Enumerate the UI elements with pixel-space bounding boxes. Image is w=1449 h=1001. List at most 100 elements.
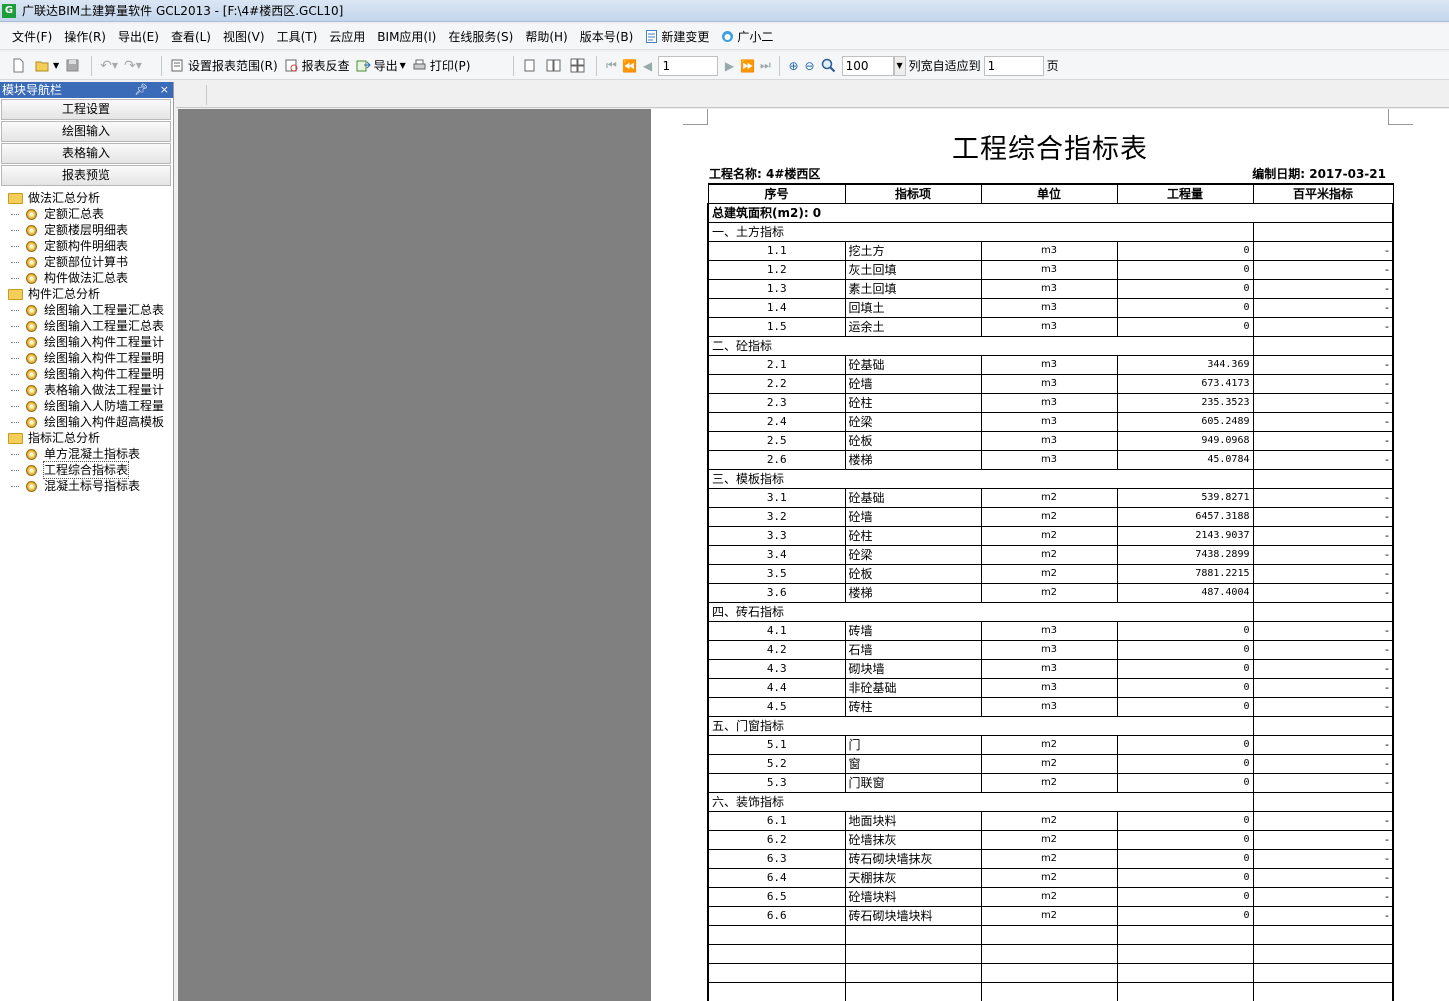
- quantity-cell: 0: [1116, 240, 1254, 261]
- tree-item[interactable]: 表格输入做法工程量计: [8, 382, 173, 398]
- empty-cell: [1252, 962, 1394, 983]
- quantity-cell: 487.4004: [1116, 582, 1254, 603]
- report-gear-icon: [26, 352, 37, 364]
- zoom-in-button[interactable]: ⊕: [785, 55, 801, 77]
- zoom-input[interactable]: [841, 55, 894, 76]
- nav-table-input[interactable]: 表格输入: [1, 143, 171, 164]
- tree-item[interactable]: 构件做法汇总表: [8, 270, 173, 286]
- item-cell: 砼板: [844, 563, 982, 584]
- tree-item[interactable]: 绘图输入构件工程量计: [8, 334, 173, 350]
- open-dropdown-icon[interactable]: ▼: [53, 61, 59, 70]
- magnifier-button[interactable]: [818, 55, 842, 77]
- tree-item[interactable]: 工程综合指标表: [8, 461, 173, 479]
- unit-cell: m2: [980, 886, 1118, 907]
- index-cell: -: [1252, 734, 1394, 755]
- header-item: 指标项: [844, 183, 982, 204]
- tree-folder[interactable]: 构件汇总分析: [8, 286, 173, 302]
- print-button[interactable]: 打印(P): [409, 55, 474, 77]
- single-page-view-button[interactable]: [519, 55, 543, 77]
- quantity-cell: 7438.2899: [1116, 544, 1254, 565]
- menu-operate[interactable]: 操作(R): [58, 26, 112, 48]
- assistant-icon: [722, 30, 734, 42]
- tree-item[interactable]: 绘图输入构件工程量明: [8, 350, 173, 366]
- table-row: 1.3 素土回填 m3 0-: [707, 278, 1394, 299]
- multi-page-view-button[interactable]: [567, 55, 591, 77]
- item-cell: 运余土: [844, 316, 982, 337]
- report-check-button[interactable]: 报表反查: [281, 55, 353, 77]
- tree-folder[interactable]: 指标汇总分析: [8, 430, 173, 446]
- menu-view-l[interactable]: 查看(L): [165, 26, 217, 48]
- tree-item[interactable]: 绘图输入人防墙工程量: [8, 398, 173, 414]
- menu-online[interactable]: 在线服务(S): [442, 26, 519, 48]
- new-file-button[interactable]: [8, 55, 32, 77]
- open-file-button[interactable]: ▼: [32, 55, 62, 77]
- tree-item[interactable]: 绘图输入工程量汇总表: [8, 318, 173, 334]
- zoom-out-button[interactable]: ⊖: [802, 55, 818, 77]
- menu-file[interactable]: 文件(F): [6, 26, 58, 48]
- edit-date: 编制日期: 2017-03-21: [1252, 167, 1386, 181]
- toolbar-separator: [91, 55, 93, 76]
- seq-cell: 6.3: [707, 848, 846, 869]
- tree-item[interactable]: 定额汇总表: [8, 206, 173, 222]
- two-page-view-button[interactable]: [543, 55, 567, 77]
- redo-button[interactable]: ↷ ▼: [121, 55, 145, 77]
- nav-report-preview[interactable]: 报表预览: [1, 165, 171, 186]
- prev-group-icon[interactable]: ⏪: [620, 59, 638, 73]
- empty-row: [707, 962, 1394, 983]
- item-cell: 地面块料: [844, 810, 982, 831]
- index-cell: -: [1252, 487, 1394, 508]
- menu-cloud[interactable]: 云应用: [323, 26, 371, 48]
- unit-cell: m2: [980, 506, 1118, 527]
- tree-item[interactable]: 绘图输入工程量汇总表: [8, 302, 173, 318]
- tree-item[interactable]: 绘图输入构件超高模板: [8, 414, 173, 430]
- item-cell: 砼柱: [844, 392, 982, 413]
- group-name-cell: 四、砖石指标: [707, 601, 1254, 622]
- unit-cell: m3: [980, 658, 1118, 679]
- set-report-range-button[interactable]: 设置报表范围(R): [167, 55, 281, 77]
- index-cell: -: [1252, 354, 1394, 375]
- report-title: 工程综合指标表: [952, 134, 1148, 165]
- menu-help[interactable]: 帮助(H): [519, 26, 573, 48]
- module-nav-header: 模块导航栏 📌︎ ×: [0, 82, 173, 98]
- undo-button[interactable]: ↶ ▼: [97, 55, 121, 77]
- tree-item[interactable]: 定额构件明细表: [8, 238, 173, 254]
- menu-tools[interactable]: 工具(T): [271, 26, 324, 48]
- tree-folder[interactable]: 做法汇总分析: [8, 190, 173, 206]
- header-index: 百平米指标: [1252, 183, 1394, 204]
- tree-item[interactable]: 定额部位计算书: [8, 254, 173, 270]
- tree-item[interactable]: 混凝土标号指标表: [8, 478, 173, 494]
- pin-icon[interactable]: 📌︎: [134, 83, 148, 96]
- menu-bim[interactable]: BIM应用(I): [371, 26, 442, 48]
- project-name: 工程名称: 4#楼西区: [709, 167, 821, 181]
- zoom-dropdown-icon[interactable]: ▼: [893, 55, 906, 76]
- next-page-icon[interactable]: ▶: [720, 59, 738, 73]
- menu-version[interactable]: 版本号(B): [574, 26, 640, 48]
- next-group-icon[interactable]: ⏩: [738, 59, 756, 73]
- prev-page-icon[interactable]: ◀: [638, 59, 656, 73]
- tree-item[interactable]: 单方混凝土指标表: [8, 446, 173, 462]
- nav-project-settings[interactable]: 工程设置: [1, 99, 171, 120]
- item-cell: 石墙: [844, 639, 982, 660]
- tree-item[interactable]: 定额楼层明细表: [8, 222, 173, 238]
- quantity-cell: 0: [1116, 278, 1254, 299]
- redo-dropdown-icon[interactable]: ▼: [136, 61, 142, 70]
- first-page-icon[interactable]: ⏮: [602, 58, 620, 73]
- menu-export[interactable]: 导出(E): [112, 26, 165, 48]
- quantity-cell: 235.3523: [1116, 392, 1254, 413]
- menu-assistant[interactable]: 广小二: [715, 26, 779, 48]
- export-button[interactable]: 导出 ▼: [353, 55, 409, 77]
- undo-dropdown-icon[interactable]: ▼: [112, 61, 118, 70]
- fit-pages-input[interactable]: [983, 55, 1044, 76]
- menu-new-change[interactable]: 新建变更: [639, 26, 715, 48]
- group-row: 二、砼指标: [707, 335, 1394, 356]
- close-icon[interactable]: ×: [160, 83, 169, 96]
- seq-cell: 2.6: [707, 449, 846, 470]
- page-number-input[interactable]: [658, 55, 719, 76]
- tree-item[interactable]: 绘图输入构件工程量明: [8, 366, 173, 382]
- last-page-icon[interactable]: ⏭: [756, 58, 774, 73]
- save-button[interactable]: [62, 55, 86, 77]
- quantity-cell: 0: [1116, 829, 1254, 850]
- export-dropdown-icon[interactable]: ▼: [400, 61, 406, 70]
- nav-drawing-input[interactable]: 绘图输入: [1, 121, 171, 142]
- menu-view[interactable]: 视图(V): [217, 26, 271, 48]
